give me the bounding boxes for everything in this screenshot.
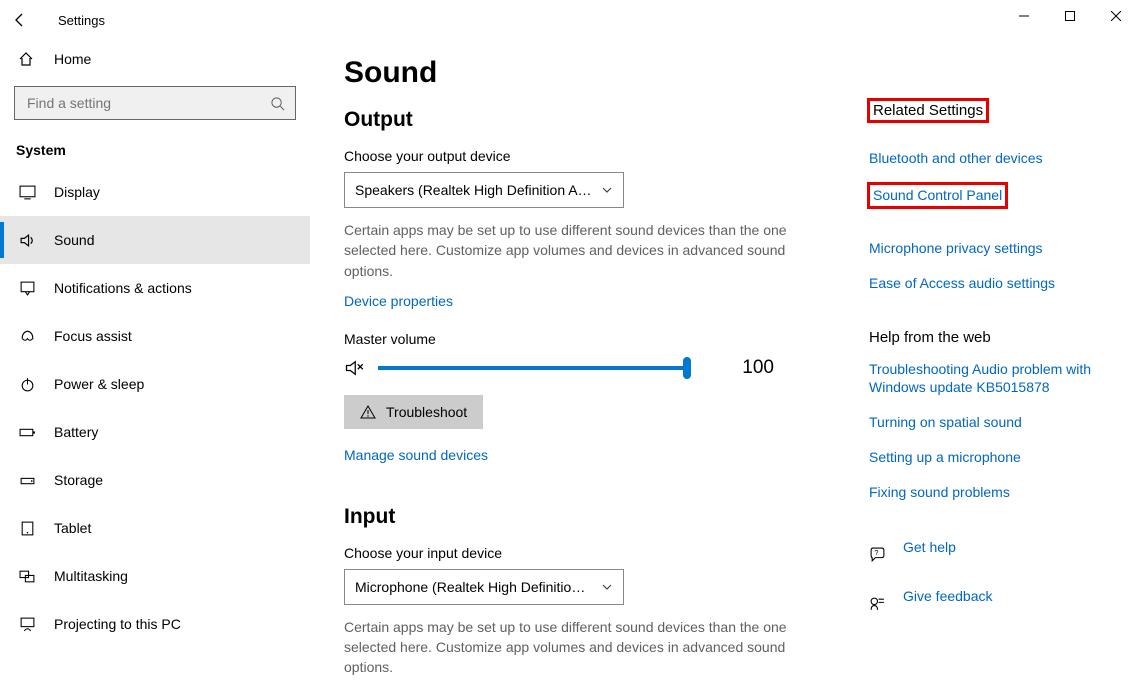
title-bar: Settings — [0, 0, 1139, 40]
warning-icon — [360, 404, 376, 420]
sidebar-item-multitasking[interactable]: Multitasking — [0, 552, 310, 600]
sidebar-item-tablet[interactable]: Tablet — [0, 504, 310, 552]
storage-icon — [18, 471, 36, 489]
notifications-icon — [18, 279, 36, 297]
search-box[interactable] — [14, 86, 296, 120]
sidebar: Home System Display Sound Notifications … — [0, 40, 310, 689]
home-icon — [18, 51, 36, 67]
sidebar-home-label: Home — [54, 51, 91, 67]
svg-text:?: ? — [874, 548, 878, 557]
get-help-link[interactable]: Get help — [903, 538, 956, 557]
volume-mute-icon[interactable] — [344, 358, 364, 378]
input-help-text: Certain apps may be set up to use differ… — [344, 617, 794, 678]
page-title: Sound — [344, 56, 835, 90]
battery-icon — [18, 423, 36, 441]
minimize-button[interactable] — [1001, 0, 1047, 32]
sidebar-item-battery[interactable]: Battery — [0, 408, 310, 456]
projecting-icon — [18, 615, 36, 633]
window-title: Settings — [58, 13, 105, 28]
tablet-icon — [18, 519, 36, 537]
sidebar-item-label: Multitasking — [54, 568, 128, 584]
get-help-icon: ? — [869, 547, 887, 564]
troubleshoot-label: Troubleshoot — [386, 404, 467, 420]
input-device-dropdown[interactable]: Microphone (Realtek High Definitio… — [344, 569, 624, 605]
troubleshoot-button[interactable]: Troubleshoot — [344, 395, 483, 429]
sidebar-item-projecting[interactable]: Projecting to this PC — [0, 600, 310, 648]
sidebar-item-label: Projecting to this PC — [54, 616, 181, 632]
get-help-row[interactable]: ? Get help — [869, 538, 1119, 573]
manage-sound-devices-link[interactable]: Manage sound devices — [344, 447, 488, 463]
output-device-dropdown[interactable]: Speakers (Realtek High Definition A… — [344, 172, 624, 208]
back-button[interactable] — [0, 0, 40, 40]
search-icon — [270, 96, 285, 111]
sidebar-item-label: Storage — [54, 472, 103, 488]
sidebar-item-label: Sound — [54, 232, 94, 248]
sidebar-item-label: Focus assist — [54, 328, 132, 344]
output-device-value: Speakers (Realtek High Definition A… — [355, 182, 593, 198]
input-heading: Input — [344, 505, 835, 529]
master-volume-label: Master volume — [344, 331, 835, 347]
bluetooth-link[interactable]: Bluetooth and other devices — [869, 149, 1119, 168]
webhelp-spatial-link[interactable]: Turning on spatial sound — [869, 413, 1119, 432]
chevron-down-icon — [601, 184, 613, 196]
sidebar-item-focus-assist[interactable]: Focus assist — [0, 312, 310, 360]
sidebar-item-label: Tablet — [54, 520, 91, 536]
input-device-value: Microphone (Realtek High Definitio… — [355, 579, 593, 595]
sidebar-item-notifications[interactable]: Notifications & actions — [0, 264, 310, 312]
search-input[interactable] — [25, 94, 270, 112]
display-icon — [18, 183, 36, 201]
sidebar-item-label: Notifications & actions — [54, 280, 192, 296]
sidebar-home[interactable]: Home — [14, 40, 296, 78]
maximize-button[interactable] — [1047, 0, 1093, 32]
master-volume-value: 100 — [742, 357, 774, 379]
sidebar-item-storage[interactable]: Storage — [0, 456, 310, 504]
sidebar-item-sound[interactable]: Sound — [0, 216, 310, 264]
mic-privacy-link[interactable]: Microphone privacy settings — [869, 239, 1119, 258]
sidebar-heading: System — [14, 142, 296, 158]
help-from-web-heading: Help from the web — [869, 329, 1119, 346]
sound-control-panel-link[interactable]: Sound Control Panel — [869, 184, 1006, 207]
aside: Related Settings Bluetooth and other dev… — [869, 40, 1139, 689]
input-choose-label: Choose your input device — [344, 545, 835, 561]
webhelp-fix-link[interactable]: Fixing sound problems — [869, 483, 1119, 502]
power-icon — [18, 375, 36, 393]
master-volume-slider[interactable] — [378, 366, 686, 370]
device-properties-link[interactable]: Device properties — [344, 293, 453, 309]
output-help-text: Certain apps may be set up to use differ… — [344, 220, 794, 281]
main-content: Sound Output Choose your output device S… — [310, 40, 869, 689]
related-settings-heading: Related Settings — [869, 100, 987, 121]
output-heading: Output — [344, 108, 835, 132]
close-button[interactable] — [1093, 0, 1139, 32]
ease-of-access-link[interactable]: Ease of Access audio settings — [869, 274, 1119, 293]
chevron-down-icon — [601, 581, 613, 593]
output-choose-label: Choose your output device — [344, 148, 835, 164]
sidebar-item-label: Power & sleep — [54, 376, 144, 392]
slider-thumb[interactable] — [683, 357, 691, 379]
sidebar-item-label: Display — [54, 184, 100, 200]
give-feedback-row[interactable]: Give feedback — [869, 587, 1119, 622]
sidebar-item-power-sleep[interactable]: Power & sleep — [0, 360, 310, 408]
sound-icon — [18, 231, 36, 249]
feedback-icon — [869, 596, 887, 613]
focus-assist-icon — [18, 327, 36, 345]
webhelp-troubleshoot-link[interactable]: Troubleshooting Audio problem with Windo… — [869, 360, 1119, 398]
sidebar-item-label: Battery — [54, 424, 98, 440]
give-feedback-link[interactable]: Give feedback — [903, 587, 993, 606]
webhelp-mic-link[interactable]: Setting up a microphone — [869, 448, 1119, 467]
multitasking-icon — [18, 567, 36, 585]
sidebar-item-display[interactable]: Display — [0, 168, 310, 216]
